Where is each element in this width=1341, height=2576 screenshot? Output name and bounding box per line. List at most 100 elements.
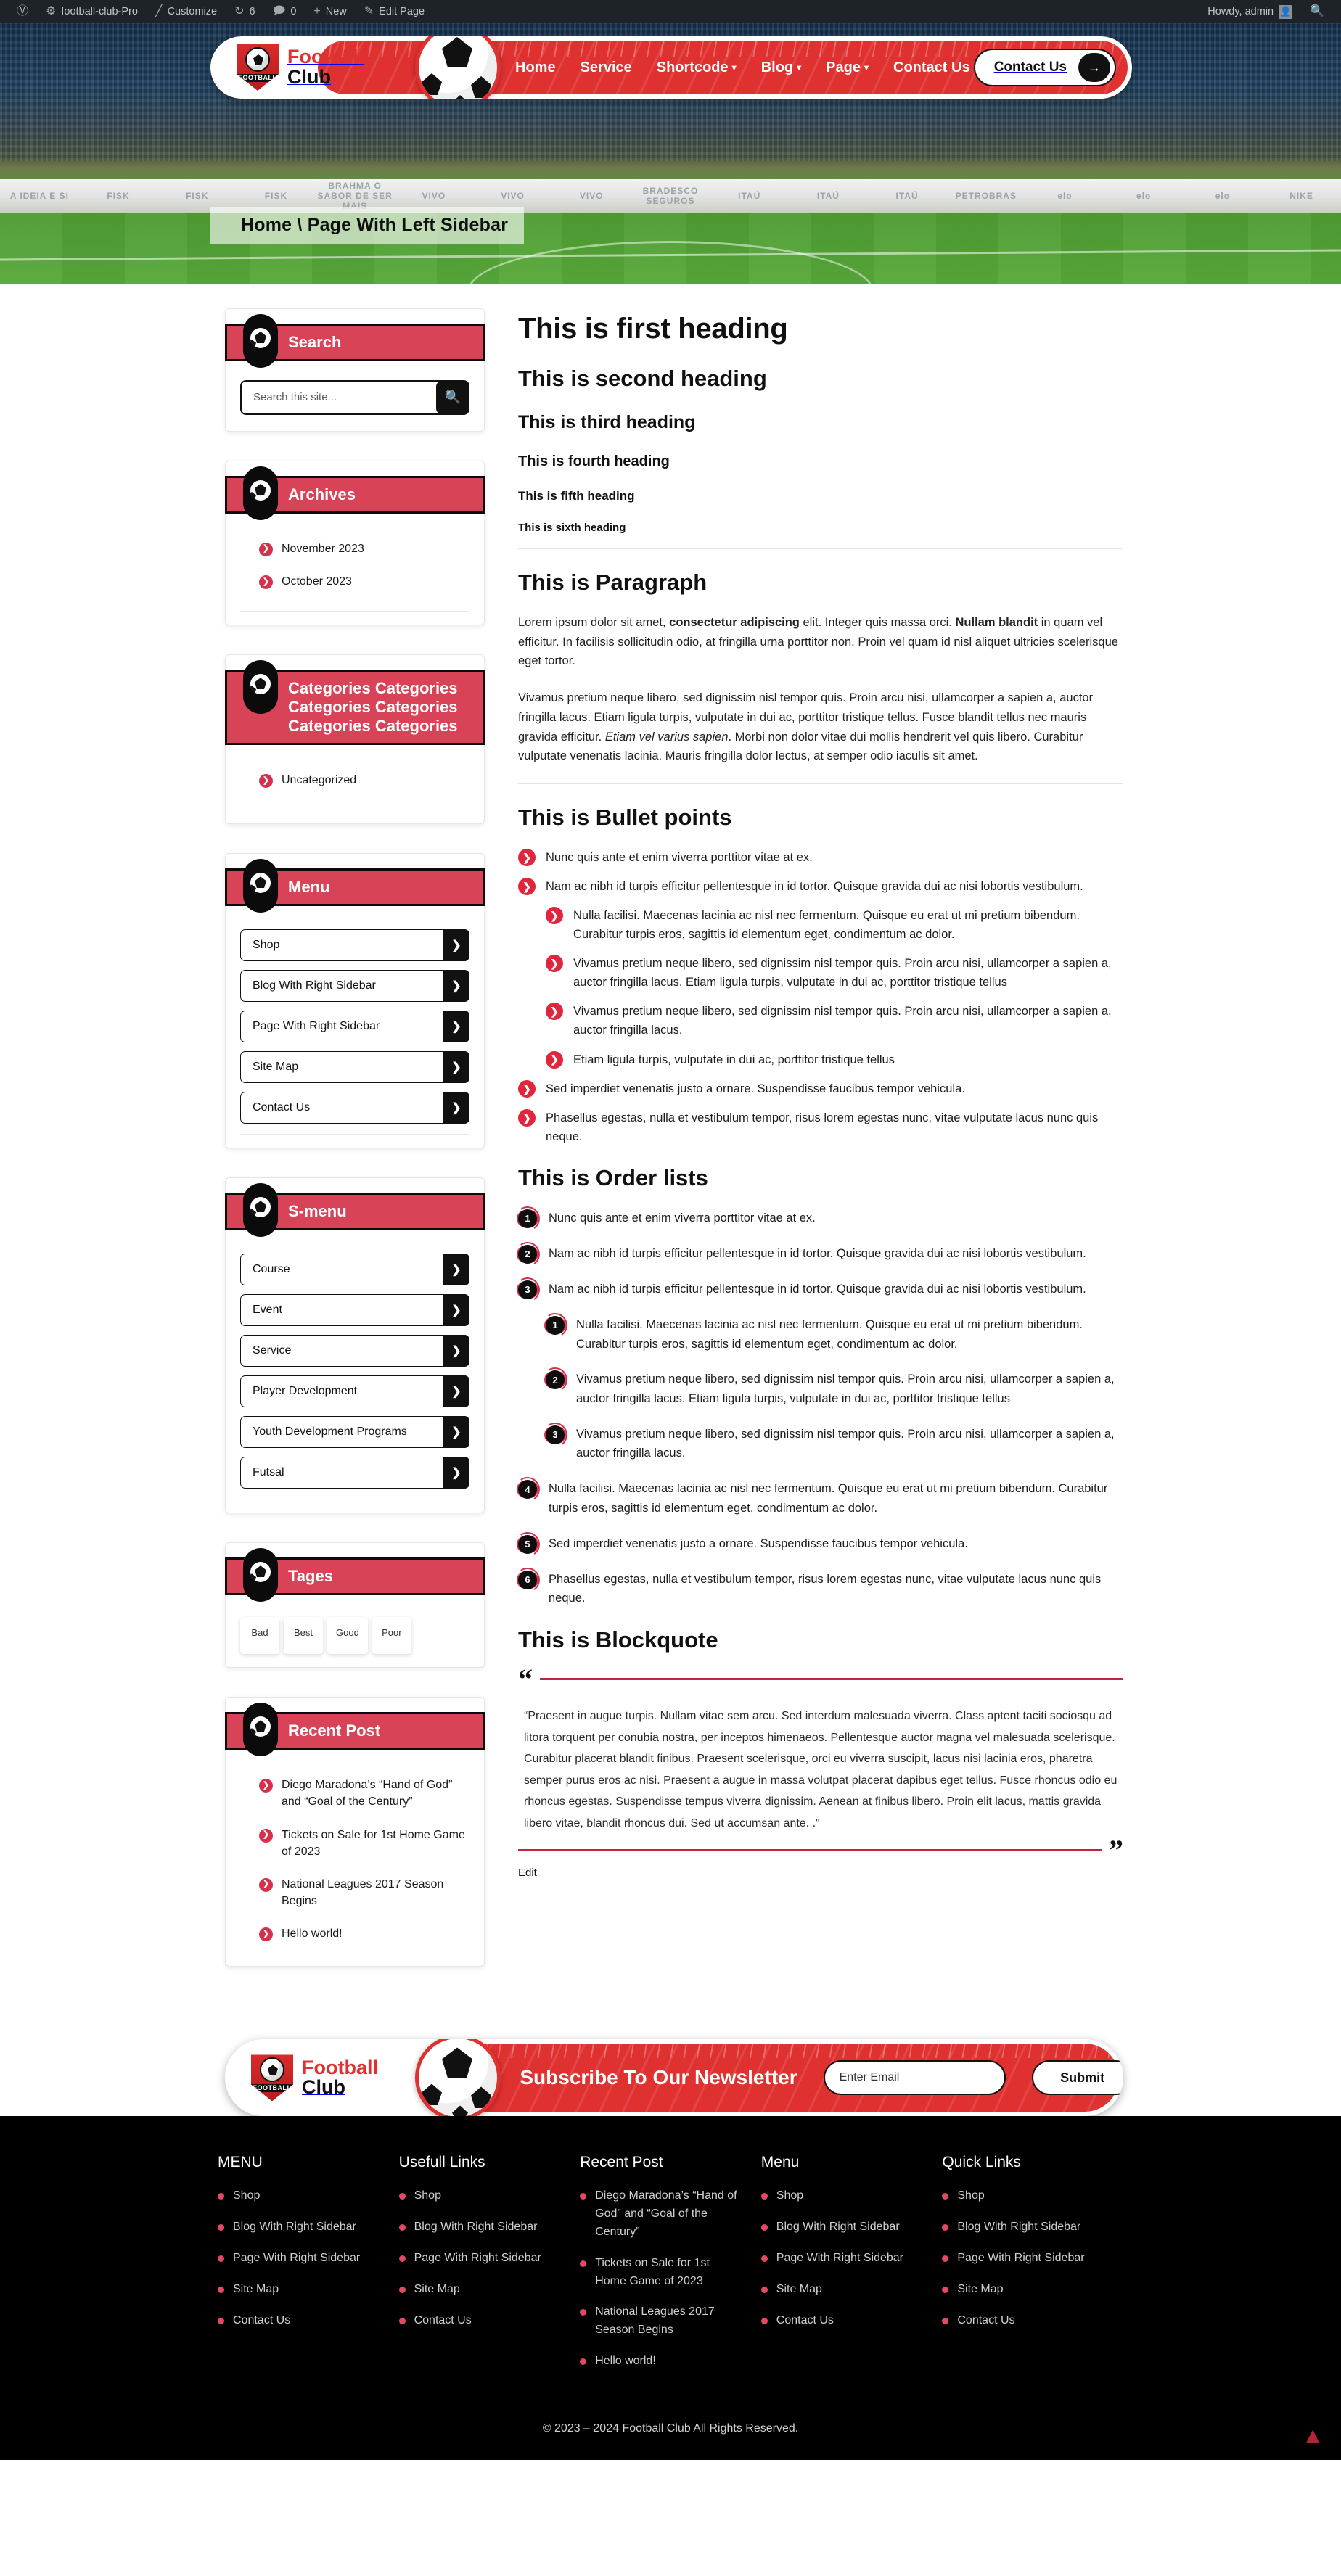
list-item[interactable]: Contact Us [760, 2312, 925, 2330]
newsletter-email-input[interactable] [823, 2060, 1006, 2096]
list-item[interactable]: Shop [218, 2187, 382, 2205]
tag-best[interactable]: Best [284, 1617, 323, 1655]
search-input[interactable] [242, 381, 436, 413]
widget-title: Categories Categories Categories Categor… [288, 679, 458, 736]
menu-item-futsal[interactable]: Futsal ❯ [240, 1457, 469, 1489]
list-item[interactable]: Page With Right Sidebar [398, 2250, 563, 2268]
list-item[interactable]: Shop [398, 2187, 563, 2205]
list-item[interactable]: ❯ National Leagues 2017 Season Begins [240, 1868, 469, 1917]
list-item[interactable]: Tickets on Sale for 1st Home Game of 202… [580, 2255, 744, 2291]
newsletter-logo-link[interactable]: FOOTBALL Football Club [225, 2054, 443, 2102]
menu-item-label: Service [253, 1344, 292, 1357]
chevron-down-icon: ▾ [731, 62, 737, 73]
archive-label: November 2023 [282, 542, 364, 555]
bullet-dot-icon [580, 2260, 587, 2267]
list-item[interactable]: Contact Us [218, 2312, 382, 2330]
chevron-right-icon: ❯ [443, 1011, 469, 1043]
footer-link-list: Shop Blog With Right Sidebar Page With R… [398, 2187, 563, 2330]
divider [518, 783, 1123, 785]
nav-item-page[interactable]: Page ▾ [826, 59, 869, 76]
nav-item-service[interactable]: Service [581, 59, 632, 76]
nav-item-blog[interactable]: Blog ▾ [761, 59, 801, 76]
menu-item-service[interactable]: Service ❯ [240, 1335, 469, 1367]
paragraph-part-bold: consectetur adipiscing [669, 616, 800, 629]
edit-link[interactable]: Edit [518, 1867, 537, 1879]
list-item[interactable]: Contact Us [942, 2312, 1106, 2330]
newsletter-submit-button[interactable]: Submit [1031, 2060, 1123, 2096]
menu-item-shop[interactable]: Shop ❯ [240, 929, 469, 962]
menu-item-blog-with-right-sidebar[interactable]: Blog With Right Sidebar ❯ [240, 970, 469, 1003]
nav-item-shortcode[interactable]: Shortcode ▾ [657, 59, 737, 76]
new-content-button[interactable]: + New [305, 0, 354, 23]
menu-item-course[interactable]: Course ❯ [240, 1254, 469, 1286]
list-item[interactable]: Page With Right Sidebar [942, 2250, 1106, 2268]
menu-item-youth-development-programs[interactable]: Youth Development Programs ❯ [240, 1416, 469, 1449]
list-item[interactable]: ❯ Hello world! [240, 1917, 469, 1950]
order-text: Vivamus pretium neque libero, sed dignis… [576, 1373, 1115, 1405]
order-number: 2 [546, 1370, 565, 1390]
list-item[interactable]: National Leagues 2017 Season Begins [580, 2303, 744, 2340]
search-submit-button[interactable]: 🔍 [436, 380, 469, 414]
admin-search-button[interactable]: 🔍 [1302, 0, 1332, 23]
site-name-menu[interactable]: ⚙ football-club-Pro [38, 0, 146, 23]
soccer-ball-badge-icon [243, 1548, 278, 1602]
list-item[interactable]: Hello world! [580, 2353, 744, 2371]
list-item[interactable]: ❯ Tickets on Sale for 1st Home Game of 2… [240, 1819, 469, 1868]
list-item[interactable]: Page With Right Sidebar [760, 2250, 925, 2268]
footer-link-label: Contact Us [414, 2313, 472, 2326]
comment-bubble-icon: 🗩 [272, 5, 286, 17]
order-text: Phasellus egestas, nulla et vestibulum t… [549, 1572, 1102, 1605]
ad-board: NIKE [1289, 191, 1313, 201]
list-item[interactable]: Blog With Right Sidebar [398, 2218, 563, 2236]
ad-board: BRADESCO SEGUROS [642, 186, 699, 206]
widget-body: ❯ Diego Maradona’s “Hand of God” and “Go… [226, 1750, 484, 1953]
list-item[interactable]: Shop [760, 2187, 925, 2205]
list-item[interactable]: Site Map [398, 2281, 563, 2299]
bullet-dot-icon [760, 2255, 768, 2263]
my-account-menu[interactable]: Howdy, admin 👤 [1199, 0, 1300, 23]
list-item[interactable]: Contact Us [398, 2312, 563, 2330]
scroll-top-icon[interactable]: ▲ [1302, 2424, 1324, 2448]
site-logo-link[interactable]: FOOTBALL Football Club [210, 44, 428, 91]
contact-us-cta-button[interactable]: Contact Us → [973, 49, 1116, 86]
list-item[interactable]: Blog With Right Sidebar [942, 2218, 1106, 2236]
nav-item-home[interactable]: Home [515, 59, 556, 76]
order-number: 3 [546, 1425, 565, 1444]
bullet-item: ❯ Nam ac nibh id turpis efficitur pellen… [518, 877, 1123, 896]
tag-bad[interactable]: Bad [240, 1617, 279, 1655]
list-item[interactable]: ❯ November 2023 [240, 532, 469, 565]
list-item[interactable]: Blog With Right Sidebar [760, 2218, 925, 2236]
list-item[interactable]: Blog With Right Sidebar [218, 2218, 382, 2236]
wp-logo-menu[interactable]: Ⓥ [9, 0, 36, 23]
menu-item-site-map[interactable]: Site Map ❯ [240, 1051, 469, 1084]
menu-item-player-development[interactable]: Player Development ❯ [240, 1375, 469, 1408]
tag-poor[interactable]: Poor [372, 1617, 411, 1655]
list-item[interactable]: Site Map [942, 2281, 1106, 2299]
nav-item-contact-us[interactable]: Contact Us [893, 59, 970, 76]
menu-item-page-with-right-sidebar[interactable]: Page With Right Sidebar ❯ [240, 1011, 469, 1043]
list-item[interactable]: Page With Right Sidebar [218, 2250, 382, 2268]
list-item[interactable]: ❯ Uncategorized [240, 764, 469, 797]
updates-button[interactable]: ↻ 6 [226, 0, 263, 23]
chevron-right-icon: ❯ [259, 1828, 273, 1843]
list-item[interactable]: ❯ October 2023 [240, 565, 469, 598]
order-text: Nulla facilisi. Maecenas lacinia ac nisl… [549, 1482, 1108, 1515]
chevron-down-icon: ▾ [864, 62, 869, 73]
tag-good[interactable]: Good [327, 1617, 368, 1655]
edit-page-button[interactable]: ✎ Edit Page [356, 0, 432, 23]
menu-item-event[interactable]: Event ❯ [240, 1294, 469, 1327]
comments-button[interactable]: 🗩 0 [265, 0, 305, 23]
order-number: 5 [518, 1534, 537, 1554]
heading-6: This is sixth heading [518, 522, 626, 534]
menu-item-contact-us[interactable]: Contact Us ❯ [240, 1092, 469, 1124]
list-item[interactable]: Diego Maradona’s “Hand of God” and “Goal… [580, 2187, 744, 2241]
comments-count: 0 [290, 6, 297, 17]
list-item[interactable]: ❯ Diego Maradona’s “Hand of God” and “Go… [240, 1769, 469, 1818]
heading-1: This is first heading [518, 313, 788, 345]
list-item[interactable]: Shop [942, 2187, 1106, 2205]
list-item[interactable]: Site Map [218, 2281, 382, 2299]
list-item[interactable]: Site Map [760, 2281, 925, 2299]
menu-item-label: Blog With Right Sidebar [253, 979, 376, 992]
customize-button[interactable]: ╱ Customize [147, 0, 225, 23]
chevron-right-icon: ❯ [443, 929, 469, 962]
